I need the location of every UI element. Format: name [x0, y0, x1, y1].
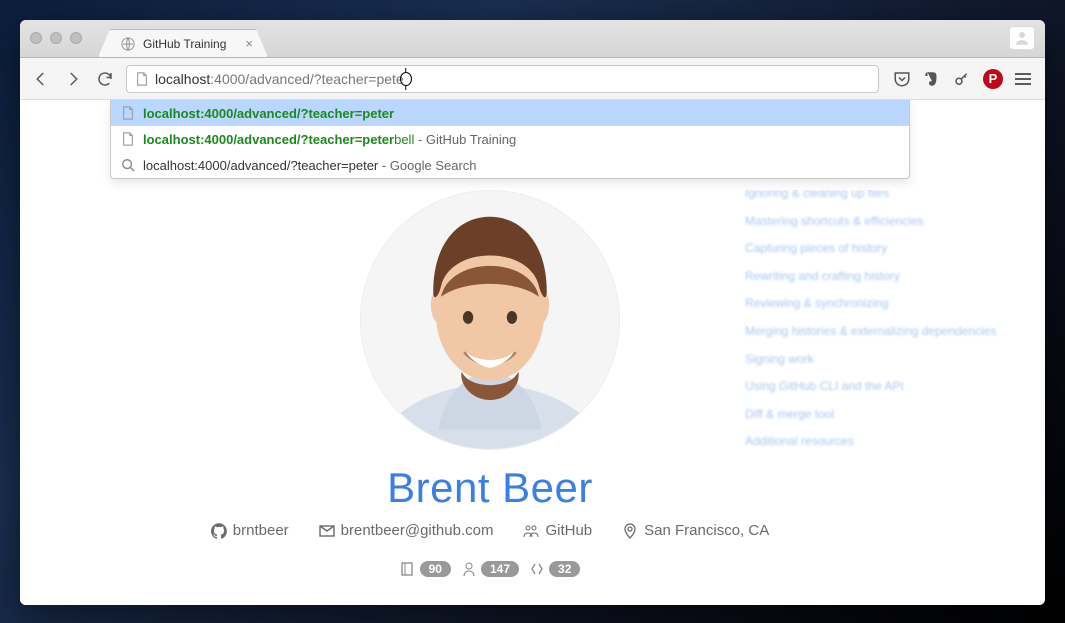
course-sidebar: Ignoring & cleaning up files Mastering s… — [745, 190, 1005, 456]
profile-area: Brent Beer brntbeer brentbeer@github.com… — [140, 190, 840, 577]
sidebar-item[interactable]: Mastering shortcuts & efficiencies — [745, 208, 1005, 236]
repo-icon — [400, 561, 416, 577]
repos-count: 90 — [420, 561, 451, 577]
gists-count: 32 — [549, 561, 580, 577]
pinterest-icon[interactable]: P — [983, 69, 1003, 89]
toolbar: localhost:4000/advanced/?teacher=pete P — [20, 58, 1045, 100]
address-bar[interactable]: localhost:4000/advanced/?teacher=pete — [126, 65, 879, 93]
key-icon[interactable] — [953, 70, 971, 88]
person-icon — [461, 561, 477, 577]
gist-icon — [529, 561, 545, 577]
favicon-icon — [121, 37, 135, 51]
followers-count: 147 — [481, 561, 519, 577]
sidebar-item[interactable]: Merging histories & externalizing depend… — [745, 318, 1005, 346]
email: brentbeer@github.com — [319, 522, 494, 539]
page-icon — [135, 72, 149, 86]
username-text: brntbeer — [233, 522, 289, 539]
pocket-icon[interactable] — [893, 70, 911, 88]
repos-stat: 90 — [400, 561, 451, 577]
sidebar-item[interactable]: Using GitHub CLI and the API — [745, 373, 1005, 401]
sidebar-item[interactable]: Rewriting and crafting history — [745, 263, 1005, 291]
suggestion-row[interactable]: localhost:4000/advanced/?teacher=peter -… — [111, 152, 909, 178]
username: brntbeer — [211, 522, 289, 539]
close-window-button[interactable] — [30, 32, 42, 44]
sidebar-item[interactable]: Signing work — [745, 346, 1005, 374]
page-icon — [121, 106, 135, 120]
zoom-window-button[interactable] — [70, 32, 82, 44]
location-text: San Francisco, CA — [644, 522, 769, 539]
github-icon — [211, 523, 227, 539]
stats-row: 90 147 32 — [140, 561, 840, 577]
location-icon — [622, 523, 638, 539]
sidebar-item[interactable]: Ignoring & cleaning up files — [745, 190, 1005, 208]
suggestion-row[interactable]: localhost:4000/advanced/?teacher=peterbe… — [111, 126, 909, 152]
email-text: brentbeer@github.com — [341, 522, 494, 539]
followers-stat: 147 — [461, 561, 519, 577]
sidebar-item[interactable]: Additional resources — [745, 428, 1005, 456]
url-text: localhost:4000/advanced/?teacher=pete — [155, 71, 412, 87]
browser-profile-button[interactable] — [1009, 26, 1035, 50]
menu-icon[interactable] — [1015, 73, 1031, 85]
sidebar-item[interactable]: Diff & merge tool — [745, 401, 1005, 429]
org-icon — [523, 523, 539, 539]
suggestion-row[interactable]: localhost:4000/advanced/?teacher=peter — [111, 100, 909, 126]
browser-tab[interactable]: GitHub Training × — [98, 29, 268, 57]
back-button[interactable] — [30, 68, 52, 90]
suggestion-text: localhost:4000/advanced/?teacher=peterbe… — [143, 132, 516, 147]
location: San Francisco, CA — [622, 522, 769, 539]
extension-icons: P — [889, 69, 1035, 89]
profile-name: Brent Beer — [140, 464, 840, 512]
gists-stat: 32 — [529, 561, 580, 577]
organization: GitHub — [523, 522, 592, 539]
profile-meta: brntbeer brentbeer@github.com GitHub San… — [140, 522, 840, 539]
forward-button[interactable] — [62, 68, 84, 90]
omnibox-suggestions: localhost:4000/advanced/?teacher=peter l… — [110, 100, 910, 179]
minimize-window-button[interactable] — [50, 32, 62, 44]
reload-button[interactable] — [94, 68, 116, 90]
page-content: Ignoring & cleaning up files Mastering s… — [20, 190, 1045, 605]
tab-title: GitHub Training — [143, 37, 226, 51]
avatar — [360, 190, 620, 450]
page-viewport: localhost:4000/advanced/?teacher=peter l… — [20, 100, 1045, 605]
sidebar-item[interactable]: Reviewing & synchronizing — [745, 290, 1005, 318]
tab-bar: GitHub Training × — [20, 20, 1045, 58]
browser-window: GitHub Training × localhost:4000/advance… — [20, 20, 1045, 605]
page-icon — [121, 132, 135, 146]
search-icon — [121, 158, 135, 172]
mail-icon — [319, 523, 335, 539]
tab-close-icon[interactable]: × — [245, 36, 253, 51]
sidebar-item[interactable]: Capturing pieces of history — [745, 235, 1005, 263]
evernote-icon[interactable] — [923, 70, 941, 88]
suggestion-text: localhost:4000/advanced/?teacher=peter — [143, 106, 394, 121]
text-cursor-icon — [400, 72, 412, 86]
suggestion-text: localhost:4000/advanced/?teacher=peter -… — [143, 158, 477, 173]
org-text: GitHub — [545, 522, 592, 539]
traffic-lights — [30, 32, 82, 44]
